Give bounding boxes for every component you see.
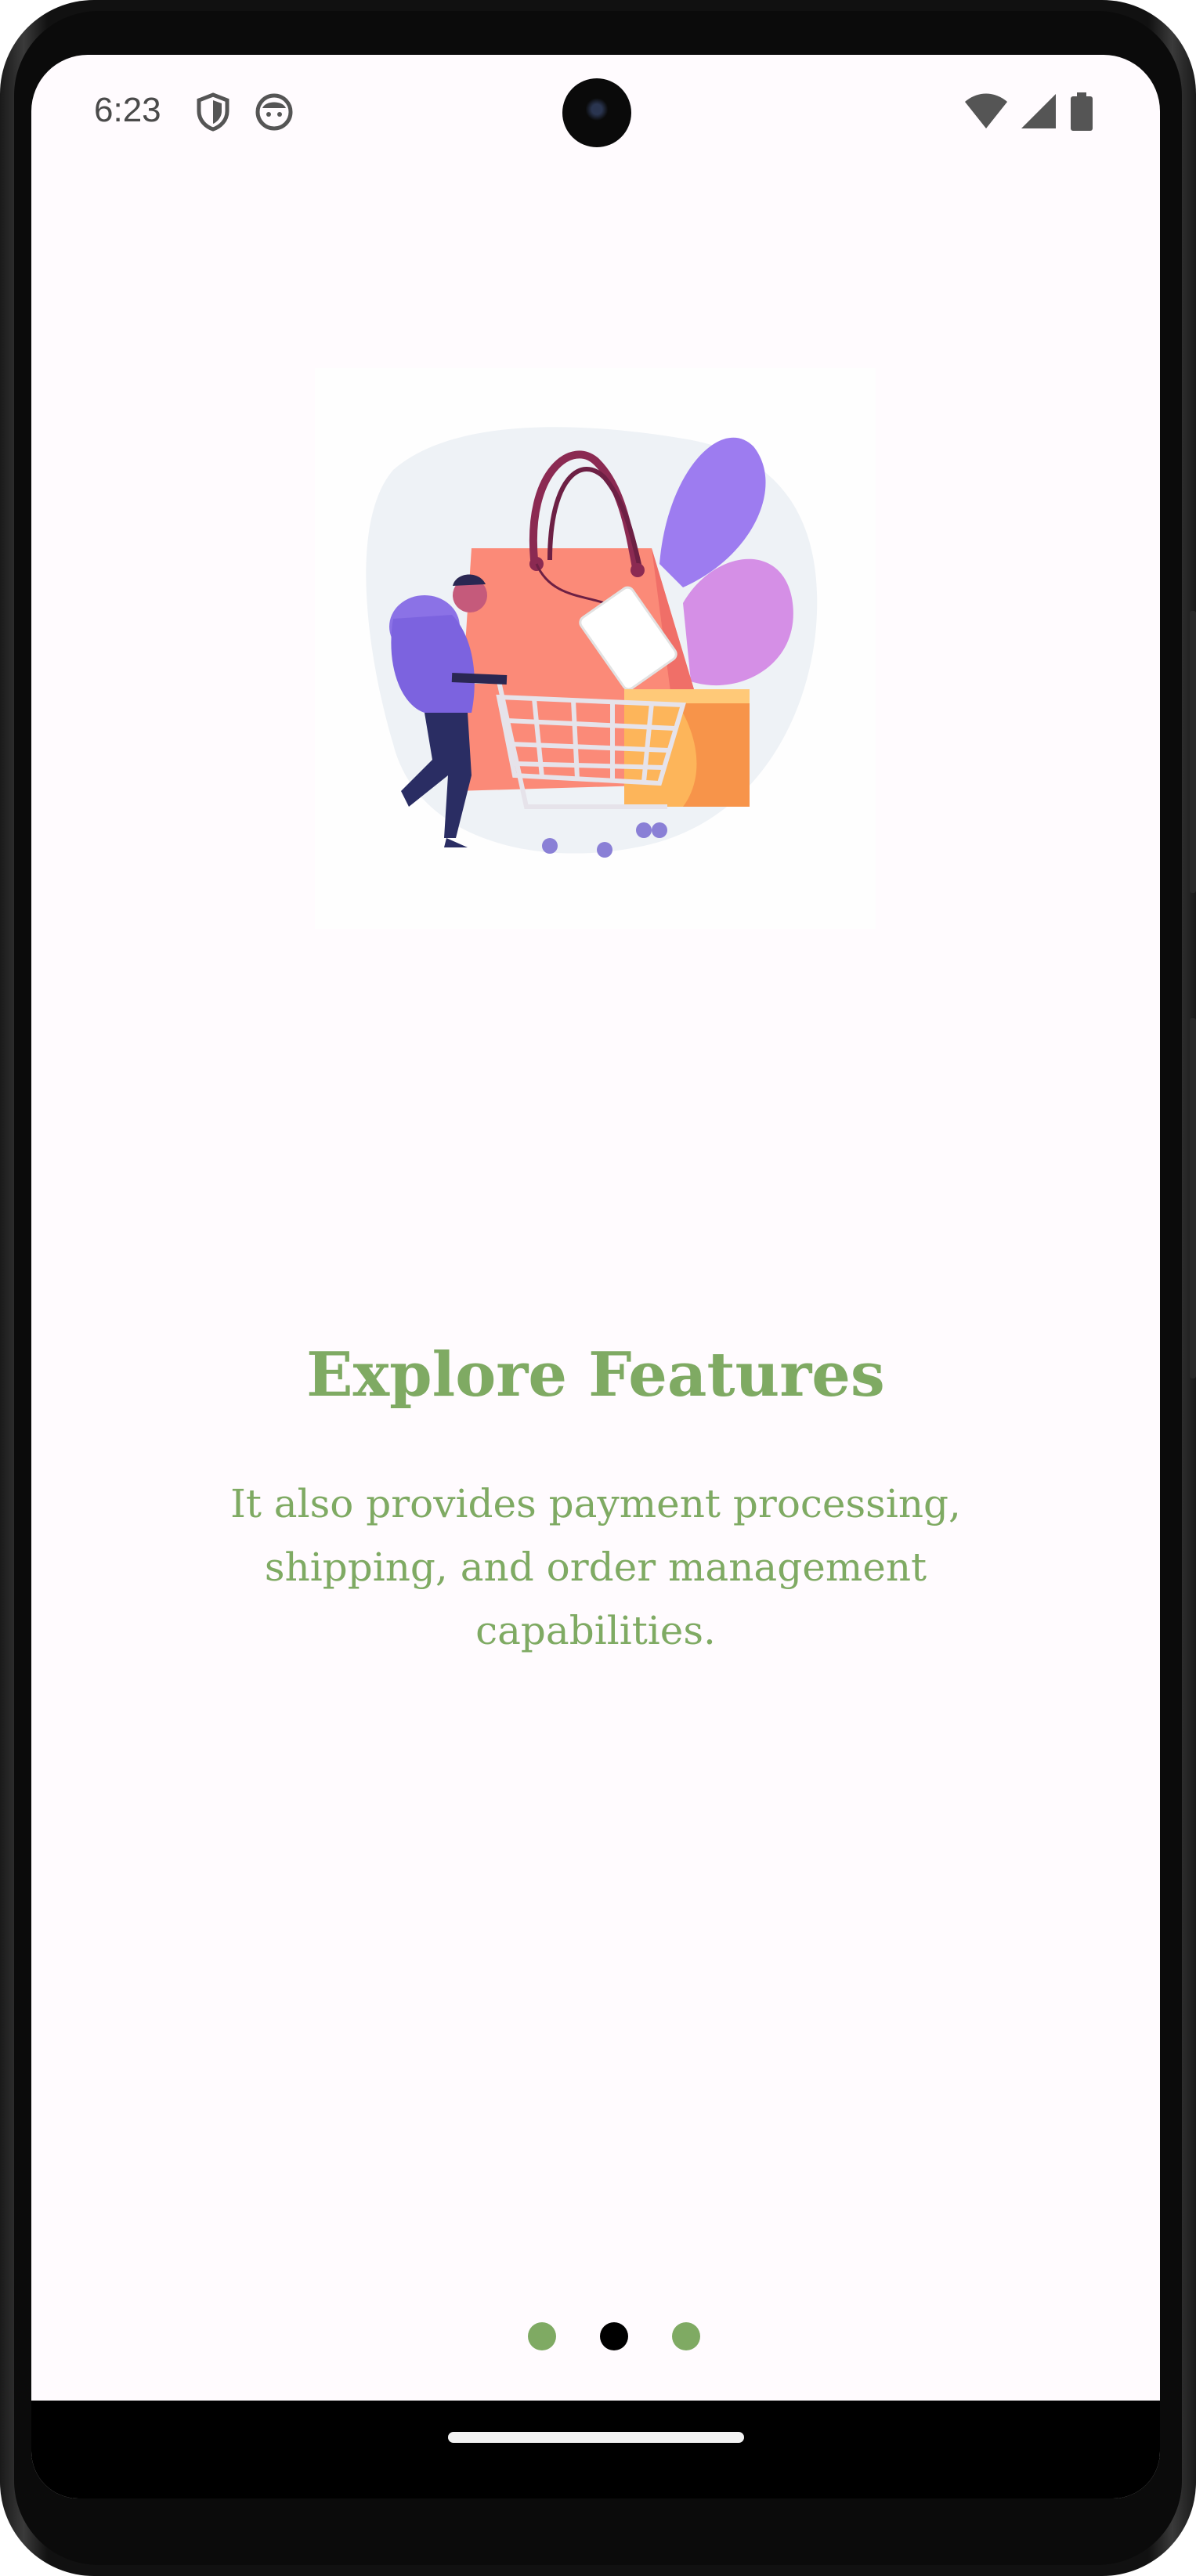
wifi-icon bbox=[965, 93, 1007, 128]
onboarding-title: Explore Features bbox=[306, 1339, 885, 1411]
phone-frame: 6:23 Explore Features It also provides p… bbox=[0, 0, 1196, 2576]
screen: 6:23 Explore Features It also provides p… bbox=[31, 55, 1160, 2498]
page-indicator bbox=[31, 2322, 1160, 2352]
power-button bbox=[1190, 1018, 1196, 1378]
face-icon bbox=[255, 93, 293, 131]
onboarding-description: It also provides payment processing, shi… bbox=[230, 1481, 961, 1653]
page-dot-2-active[interactable] bbox=[600, 2322, 628, 2350]
cell-signal-icon bbox=[1021, 94, 1056, 128]
shield-icon bbox=[197, 92, 229, 132]
volume-button bbox=[1190, 611, 1196, 893]
battery-icon bbox=[1071, 92, 1093, 131]
status-bar: 6:23 bbox=[31, 55, 1160, 172]
shopping-illustration bbox=[315, 368, 876, 929]
status-time: 6:23 bbox=[94, 91, 161, 129]
home-gesture-handle[interactable] bbox=[448, 2432, 744, 2443]
next-button[interactable] bbox=[1010, 2295, 1089, 2373]
navigation-bar bbox=[31, 2401, 1160, 2498]
front-camera bbox=[562, 78, 631, 147]
page-dot-3[interactable] bbox=[672, 2322, 700, 2350]
page-dot-1[interactable] bbox=[528, 2322, 556, 2350]
